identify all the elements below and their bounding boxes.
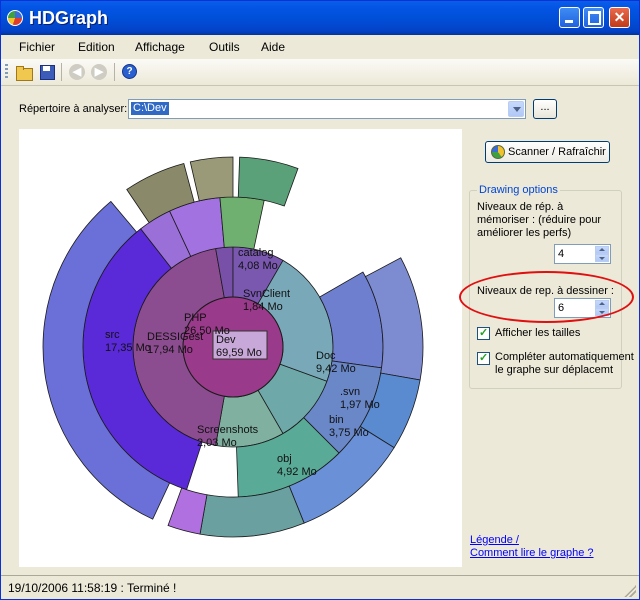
spin-up-icon[interactable] — [595, 246, 609, 254]
toolbar: ? — [1, 59, 639, 86]
auto-complete-label: Compléter automatiquement — [495, 351, 634, 363]
chevron-down-icon[interactable] — [508, 101, 524, 117]
segment-name: obj — [277, 453, 292, 465]
toolbar-separator — [114, 63, 115, 81]
segment-size: 2,03 Mo — [197, 437, 237, 449]
drawing-options-title: Drawing options — [477, 184, 560, 196]
segment-name: DESSIGest — [147, 331, 203, 343]
memorize-levels-stepper[interactable]: 4 — [554, 244, 611, 264]
segment-ring3[interactable] — [189, 156, 234, 202]
menu-affichage[interactable]: Affichage — [135, 40, 185, 54]
memorize-levels-label: améliorer les perfs) — [477, 227, 572, 239]
main-window: HDGraph ✕ Fichier Edition Affichage Outi… — [0, 0, 640, 600]
segment-size: 4,08 Mo — [238, 260, 278, 272]
segment-ring3[interactable] — [167, 487, 208, 535]
window-title: HDGraph — [29, 8, 109, 28]
resize-grip[interactable] — [624, 585, 636, 597]
menu-bar: Fichier Edition Affichage Outils Aide — [1, 35, 639, 60]
memorize-levels-label: Niveaux de rép. à — [477, 201, 564, 213]
auto-complete-checkbox[interactable] — [477, 351, 490, 365]
app-logo-icon — [7, 10, 23, 26]
scan-icon — [491, 145, 505, 159]
browse-button[interactable]: ... — [533, 99, 557, 119]
forward-icon[interactable] — [91, 64, 107, 80]
how-to-read-link[interactable]: Comment lire le graphe ? — [470, 547, 594, 559]
highlight-annotation — [459, 271, 634, 323]
close-icon: ✕ — [613, 9, 626, 25]
menu-fichier[interactable]: Fichier — [19, 40, 55, 54]
menu-edition[interactable]: Edition — [78, 40, 115, 54]
spin-down-icon[interactable] — [595, 254, 609, 262]
toolbar-separator — [61, 63, 62, 81]
close-button[interactable]: ✕ — [609, 7, 630, 28]
menu-outils[interactable]: Outils — [209, 40, 240, 54]
scan-refresh-button[interactable]: Scanner / Rafraîchir — [485, 141, 610, 163]
segment-size: 1,97 Mo — [340, 399, 380, 411]
back-icon[interactable] — [69, 64, 85, 80]
title-bar[interactable]: HDGraph ✕ — [1, 1, 639, 35]
label-catalog: catalog4,08 Mo — [238, 247, 278, 272]
segment-size: 3,75 Mo — [329, 427, 369, 439]
help-icon[interactable]: ? — [122, 64, 137, 79]
segment-size: 4,92 Mo — [277, 466, 317, 478]
directory-label: Répertoire à analyser: — [19, 103, 128, 115]
segment-size: 69,59 Mo — [216, 347, 262, 359]
directory-combo[interactable]: C:\Dev — [128, 99, 526, 119]
auto-complete-label: le graphe sur déplacemt — [495, 364, 614, 376]
folder-open-icon[interactable] — [15, 63, 33, 81]
segment-name: catalog — [238, 247, 273, 259]
status-bar: 19/10/2006 11:58:19 : Terminé ! — [1, 575, 639, 599]
segment-size: 1,84 Mo — [243, 301, 283, 313]
segment-name: PHP — [184, 312, 207, 324]
sunburst-svg[interactable]: Dev69,59 MoPHP26,50 MoDESSIGest17,94 Mos… — [19, 129, 462, 567]
scan-button-label: Scanner / Rafraîchir — [508, 146, 606, 158]
segment-name: SvnClient — [243, 288, 290, 300]
segment-size: 9,42 Mo — [316, 363, 356, 375]
show-sizes-label: Afficher les tailles — [495, 327, 581, 339]
directory-value: C:\Dev — [131, 102, 169, 115]
menu-aide[interactable]: Aide — [261, 40, 285, 54]
segment-size: 17,35 Mo — [105, 342, 151, 354]
legend-link[interactable]: Légende / — [470, 534, 519, 546]
minimize-button[interactable] — [559, 7, 580, 28]
segment-name: .svn — [340, 386, 360, 398]
segment-name: Screenshots — [197, 424, 259, 436]
sunburst-graph[interactable]: Dev 69,59 Mo PHP 26,50 Mo DESSIGest 17,94 Mo s… — [19, 129, 462, 567]
show-sizes-checkbox[interactable] — [477, 326, 490, 340]
status-text: 19/10/2006 11:58:19 : Terminé ! — [8, 581, 177, 595]
segment-name: src — [105, 329, 120, 341]
segment-name: bin — [329, 414, 344, 426]
segment-size: 17,94 Mo — [147, 344, 193, 356]
memorize-levels-label: mémoriser : (réduire pour — [477, 214, 602, 226]
segment-name: Doc — [316, 350, 336, 362]
segment-svnclient[interactable] — [219, 196, 265, 250]
toolbar-grip[interactable] — [5, 64, 8, 80]
save-icon[interactable] — [38, 63, 56, 81]
memorize-levels-value: 4 — [558, 248, 565, 260]
maximize-button[interactable] — [583, 7, 604, 28]
